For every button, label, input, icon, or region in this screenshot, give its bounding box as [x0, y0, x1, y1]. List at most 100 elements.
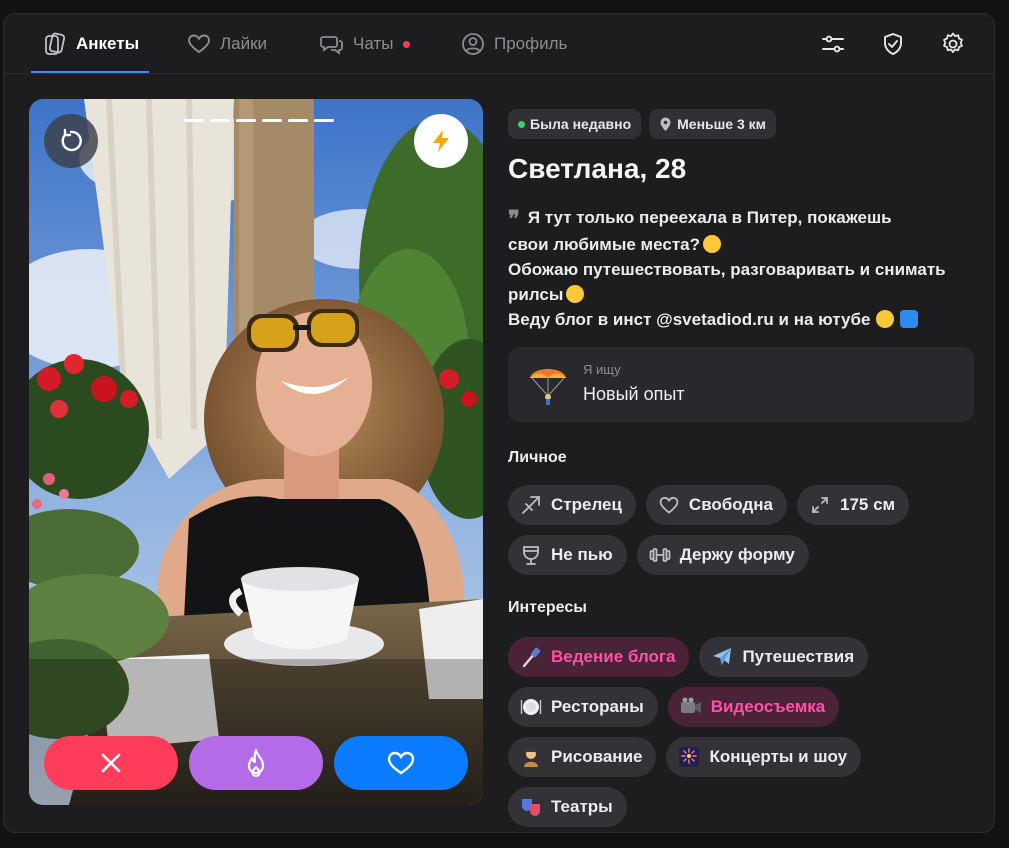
profile-info: Была недавно Меньше 3 км Светлана, 28 ❞ Я… [508, 109, 974, 827]
profile-photo-card[interactable] [29, 99, 483, 805]
video-camera-icon [680, 697, 701, 713]
distance-text: Меньше 3 км [677, 116, 767, 132]
shield-check-icon [884, 33, 902, 55]
cards-icon [45, 32, 66, 55]
parachute-icon [530, 369, 566, 405]
interest-travel: Путешествия [699, 637, 869, 677]
tab-cards-label: Анкеты [76, 34, 140, 53]
tag-label: Стрелец [551, 495, 622, 514]
distance-badge: Меньше 3 км [649, 109, 777, 139]
tag-label: Свободна [688, 495, 773, 514]
tag-label: Не пью [551, 545, 613, 564]
tab-chats[interactable]: Чаты [319, 14, 411, 74]
tag-label: Ведение блога [551, 647, 676, 666]
tag-label: Рестораны [551, 697, 644, 716]
online-dot [518, 120, 525, 128]
tab-profile[interactable]: Профиль [460, 14, 567, 74]
profile-photo [29, 99, 483, 805]
tag-label: Концерты и шоу [709, 747, 848, 766]
app-window: Анкеты Лайки Чаты Профиль Была недавно М… [3, 13, 995, 833]
photo-progress-segment [236, 119, 256, 122]
tag-label: 175 см [839, 495, 896, 514]
up-down-arrow-emoji-icon [900, 310, 919, 328]
interest-concerts: Концерты и шоу [666, 737, 862, 777]
photo-progress-indicator [184, 119, 334, 122]
interest-restaurants: Рестораны [508, 687, 658, 727]
personal-section-title: Личное [508, 449, 567, 466]
interest-blogging: Ведение блога [508, 637, 690, 677]
undo-button[interactable] [44, 114, 98, 168]
tag-label: Театры [551, 797, 613, 816]
super-like-button[interactable] [189, 736, 323, 790]
status-text: Была недавно [530, 116, 632, 132]
profile-name: Светлана, 28 [508, 153, 687, 184]
dislike-button[interactable] [44, 736, 178, 790]
interests-section-title: Интересы [508, 599, 587, 616]
interest-video: Видеосъемка [667, 687, 840, 727]
tab-likes-label: Лайки [220, 34, 268, 53]
photo-progress-segment [314, 119, 334, 122]
photo-progress-segment [288, 119, 308, 122]
tab-cards[interactable]: Анкеты [42, 14, 139, 74]
bio-line: Я тут только переехала в Питер, покажешь [527, 208, 892, 227]
tag-fitness: Держу форму [636, 535, 809, 575]
interest-drawing: Рисование [508, 737, 657, 777]
fireworks-icon [679, 747, 700, 767]
heart-icon [387, 751, 415, 775]
boost-button[interactable] [414, 114, 468, 168]
quote-icon: ❞ [508, 206, 520, 232]
dumbbell-icon [649, 548, 671, 562]
tag-relationship: Свободна [645, 485, 787, 525]
interests-tags: Ведение блога Путешествия Рестораны Виде… [508, 637, 974, 827]
photo-progress-segment [262, 119, 282, 122]
bio-line: Обожаю путешествовать, разговаривать и с… [508, 260, 946, 279]
profile-icon [462, 33, 484, 55]
grin-emoji-icon [566, 285, 585, 303]
status-badge: Была недавно [508, 109, 642, 139]
filters-button[interactable] [818, 29, 848, 59]
tag-label: Держу форму [679, 545, 795, 564]
sagittarius-icon [522, 496, 540, 514]
theater-masks-icon [522, 799, 540, 816]
tab-chats-label: Чаты [353, 34, 394, 53]
lightning-icon [433, 130, 449, 152]
tag-label: Рисование [551, 747, 643, 766]
tag-drinking: Не пью [508, 535, 627, 575]
settings-button[interactable] [938, 29, 968, 59]
glass-icon [523, 546, 539, 565]
looking-for-card: Я ищу Новый опыт [508, 347, 974, 422]
heart-icon [188, 34, 210, 54]
bio-line: рилсы [508, 285, 564, 304]
looking-for-value: Новый опыт [583, 384, 685, 404]
top-nav: Анкеты Лайки Чаты Профиль [4, 14, 994, 74]
tag-label: Видеосъемка [710, 697, 826, 716]
wink-emoji-icon [702, 235, 721, 253]
height-arrows-icon [812, 497, 828, 513]
looking-for-caption: Я ищу [583, 362, 621, 377]
interest-theater: Театры [508, 787, 627, 827]
like-button[interactable] [334, 736, 468, 790]
location-pin-icon [660, 117, 671, 131]
profile-bio: ❞ Я тут только переехала в Питер, покажеш… [508, 205, 974, 332]
airplane-icon [713, 648, 732, 665]
tag-label: Путешествия [742, 647, 855, 666]
bio-line: свои любимые места? [508, 235, 700, 254]
flame-icon [247, 748, 265, 778]
artist-icon [524, 748, 538, 767]
tag-zodiac: Стрелец [508, 485, 636, 525]
close-x-icon [101, 753, 121, 773]
personal-tags: Стрелец Свободна 175 см Не пью Держу фор… [508, 485, 974, 575]
undo-icon [61, 128, 82, 152]
tab-likes[interactable]: Лайки [186, 14, 267, 74]
tag-height: 175 см [796, 485, 910, 525]
heart-outline-icon [659, 496, 679, 514]
unread-dot [403, 40, 411, 48]
selfie-stick-icon [522, 647, 541, 668]
filters-icon [822, 35, 844, 53]
photo-progress-segment [210, 119, 230, 122]
bio-line: Веду блог в инст @svetadiod.ru и на ютуб… [508, 310, 871, 329]
safety-button[interactable] [878, 29, 908, 59]
photo-progress-segment [184, 119, 204, 122]
active-tab-indicator [31, 71, 149, 73]
plate-icon [520, 699, 542, 715]
